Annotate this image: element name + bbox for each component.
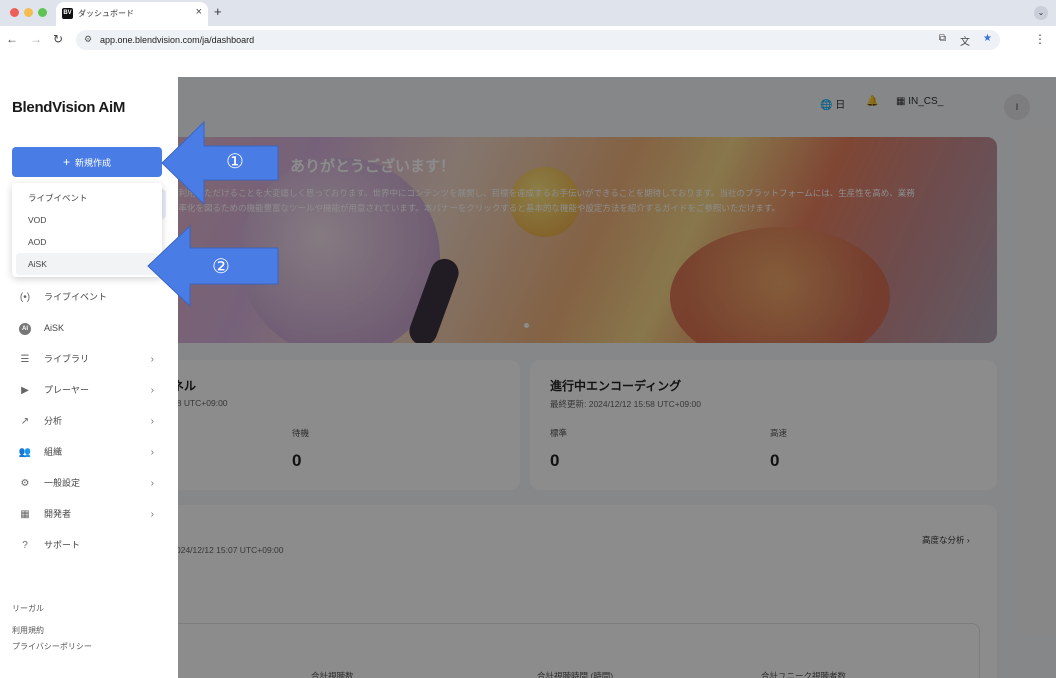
terms-link[interactable]: 利用規約 [12, 625, 44, 636]
bookmark-star-icon[interactable]: ★ [983, 33, 992, 44]
sidebar-item-label: ライブイベント [44, 292, 108, 302]
forward-icon[interactable]: → [30, 32, 42, 46]
site-info-icon[interactable]: ⚙ [84, 34, 92, 45]
sidebar-item-label: 一般設定 [44, 478, 81, 488]
annotation-label-2: ② [212, 256, 230, 278]
sidebar-item-label: ライブラリ [44, 354, 90, 364]
sidebar-item-label: 開発者 [44, 509, 72, 519]
reload-icon[interactable]: ↻ [53, 32, 63, 46]
sidebar-item-label: AiSK [44, 323, 65, 333]
sidebar-item-analytics[interactable]: ↗ 分析 › [0, 406, 178, 437]
browser-tab[interactable]: BV ダッシュボード × [56, 2, 208, 26]
chevron-right-icon: › [150, 354, 154, 365]
privacy-link[interactable]: プライバシーポリシー [12, 641, 92, 652]
url-field[interactable]: ⚙ app.one.blendvision.com/ja/dashboard ⧉… [76, 30, 1000, 50]
new-create-dropdown: ライブイベント VOD AOD AiSK [12, 183, 162, 277]
chevron-right-icon: › [150, 416, 154, 427]
page-top-strip [0, 54, 1056, 77]
modal-overlay[interactable] [178, 77, 1056, 678]
analytics-icon: ↗ [20, 416, 30, 427]
sidebar: BlendVision AiM + 新規作成 (•) ライブイベント AI AiS… [0, 77, 178, 678]
sidebar-item-aisk[interactable]: AI AiSK [0, 313, 178, 344]
new-tab-icon[interactable]: + [214, 4, 222, 19]
dropdown-item-live-event[interactable]: ライブイベント [12, 187, 162, 209]
sidebar-item-organization[interactable]: 👥 組織 › [0, 437, 178, 468]
sidebar-item-label: 分析 [44, 416, 63, 426]
live-icon: (•) [19, 292, 31, 303]
chevron-right-icon: › [150, 509, 154, 520]
sidebar-item-support[interactable]: ? サポート [0, 530, 178, 561]
browser-tab-bar: BV ダッシュボード × + ⌄ [0, 0, 1056, 26]
organization-icon: 👥 [18, 447, 32, 458]
install-app-icon[interactable]: ⧉ [939, 33, 946, 44]
developer-icon: ▦ [20, 509, 30, 520]
address-bar-row: ← → ↻ ⚙ app.one.blendvision.com/ja/dashb… [0, 26, 1056, 54]
annotation-arrow-1 [161, 120, 279, 206]
app-logo: BlendVision AiM [12, 99, 126, 116]
dropdown-item-aod[interactable]: AOD [12, 231, 162, 253]
plus-icon: + [62, 155, 70, 169]
minimize-window-icon[interactable] [24, 8, 33, 17]
tab-search-icon[interactable]: ⌄ [1034, 6, 1048, 20]
library-icon: ☰ [20, 354, 30, 365]
new-create-button[interactable]: + 新規作成 [12, 147, 162, 177]
url-text: app.one.blendvision.com/ja/dashboard [100, 35, 255, 45]
tab-close-icon[interactable]: × [196, 6, 202, 18]
chevron-right-icon: › [150, 478, 154, 489]
back-icon[interactable]: ← [6, 32, 18, 46]
new-create-label: 新規作成 [75, 158, 112, 168]
legal-heading: リーガル [12, 604, 44, 613]
dropdown-item-aisk[interactable]: AiSK [16, 253, 158, 275]
sidebar-item-player[interactable]: ▶ プレーヤー › [0, 375, 178, 406]
sidebar-nav: (•) ライブイベント AI AiSK ☰ ライブラリ › ▶ プレーヤー › … [0, 282, 178, 561]
sidebar-item-developer[interactable]: ▦ 開発者 › [0, 499, 178, 530]
chevron-right-icon: › [150, 385, 154, 396]
translate-icon[interactable]: 文 [960, 33, 970, 48]
tab-title: ダッシュボード [78, 9, 134, 18]
player-icon: ▶ [21, 385, 29, 396]
browser-menu-icon[interactable]: ⋮ [1034, 32, 1046, 46]
close-window-icon[interactable] [10, 8, 19, 17]
chevron-right-icon: › [150, 447, 154, 458]
dropdown-item-vod[interactable]: VOD [12, 209, 162, 231]
ai-icon: AI [19, 323, 31, 335]
sidebar-item-settings[interactable]: ⚙ 一般設定 › [0, 468, 178, 499]
favicon-icon: BV [62, 8, 73, 19]
support-icon: ? [22, 540, 28, 551]
sidebar-item-label: プレーヤー [44, 385, 90, 395]
maximize-window-icon[interactable] [38, 8, 47, 17]
settings-icon: ⚙ [20, 478, 30, 489]
sidebar-item-label: サポート [44, 540, 81, 550]
annotation-label-1: ① [226, 151, 244, 173]
sidebar-item-library[interactable]: ☰ ライブラリ › [0, 344, 178, 375]
sidebar-item-label: 組織 [44, 447, 63, 457]
